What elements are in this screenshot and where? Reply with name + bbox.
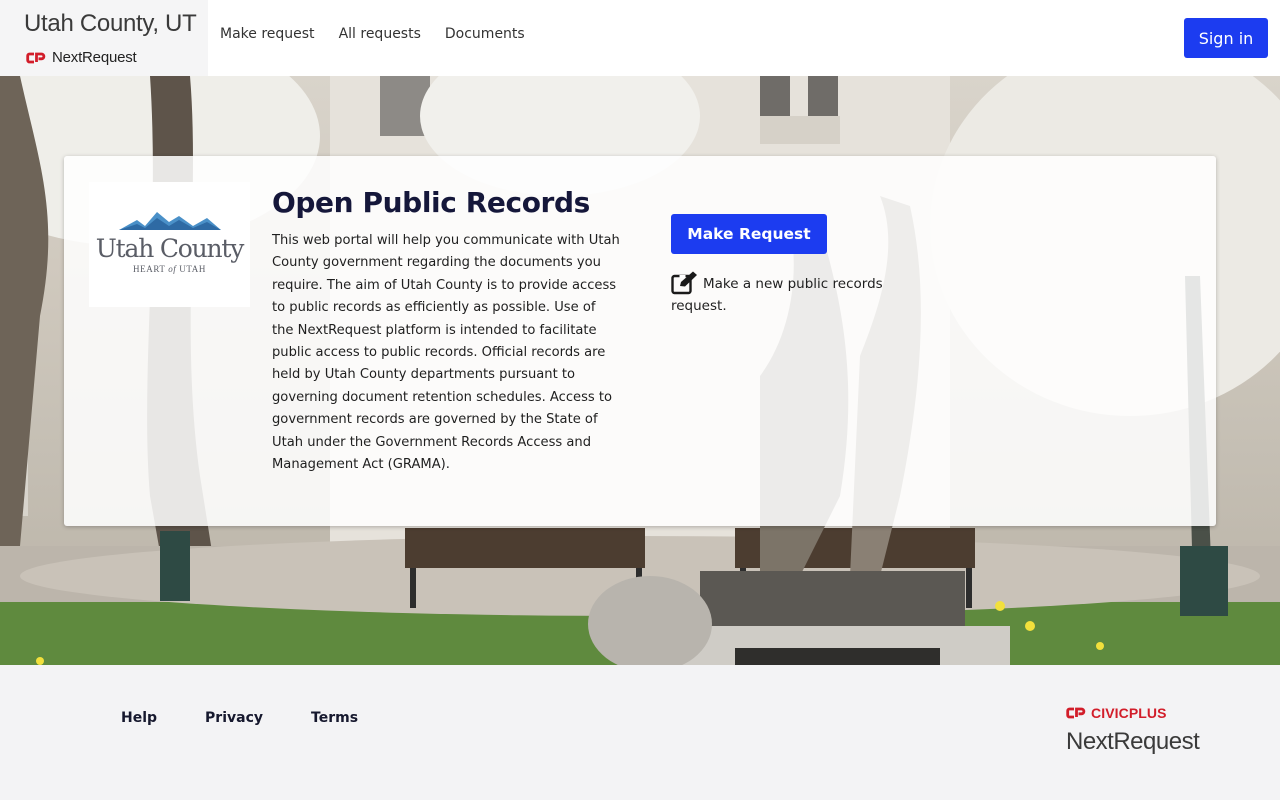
page-title: Open Public Records [272, 186, 590, 219]
make-request-button[interactable]: Make Request [671, 214, 827, 254]
civicplus-logo[interactable]: CIVICPLUS [1066, 705, 1167, 721]
brand-subtitle: NextRequest [26, 49, 137, 66]
footer-privacy-link[interactable]: Privacy [205, 710, 263, 726]
nav-documents[interactable]: Documents [445, 26, 525, 42]
logo-tagline: HEART of UTAH [89, 264, 250, 274]
nav-make-request[interactable]: Make request [220, 26, 315, 42]
brand-subtitle-text: NextRequest [52, 49, 137, 66]
site-header: Utah County, UT NextRequest Make request… [0, 0, 1280, 76]
intro-paragraph: This web portal will help you communicat… [272, 233, 620, 473]
civicplus-mark-icon [1066, 707, 1086, 719]
footer-terms-link[interactable]: Terms [311, 710, 358, 726]
site-title[interactable]: Utah County, UT [24, 10, 197, 38]
nav-all-requests[interactable]: All requests [339, 26, 421, 42]
make-request-description: Make a new public records request. [671, 276, 883, 314]
logo-tagline-pre: HEART [133, 264, 169, 274]
civicplus-mark-icon [26, 52, 46, 63]
civicplus-word-a: CIVIC [1091, 705, 1129, 721]
footer-links: Help Privacy Terms [121, 710, 406, 726]
logo-county-name: Utah County [95, 234, 245, 263]
main-nav: Make request All requests Documents [220, 26, 525, 42]
brand-block[interactable]: Utah County, UT NextRequest [0, 0, 208, 76]
intro-card: Utah County HEART of UTAH Open Public Re… [64, 156, 1216, 526]
civicplus-word-b: PLUS [1128, 705, 1167, 721]
site-footer: Help Privacy Terms CIVICPLUS NextRequest [0, 665, 1280, 800]
sign-in-button[interactable]: Sign in [1184, 18, 1268, 58]
footer-nextrequest-wordmark[interactable]: NextRequest [1066, 728, 1200, 756]
utah-county-logo: Utah County HEART of UTAH [89, 182, 250, 307]
logo-tagline-post: UTAH [176, 264, 206, 274]
footer-help-link[interactable]: Help [121, 710, 157, 726]
civicplus-wordmark: CIVICPLUS [1091, 705, 1167, 721]
